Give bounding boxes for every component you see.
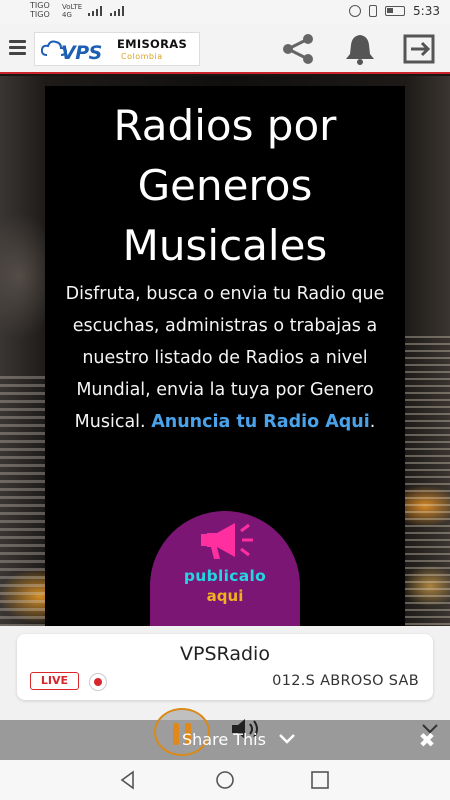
app-logo[interactable]: VPS EMISORAS Colombia (34, 32, 200, 66)
description-text: Disfruta, busca o envia tu Radio que esc… (45, 278, 405, 438)
description-body: Disfruta, busca o envia tu Radio que esc… (65, 284, 385, 432)
station-name: VPSRadio (180, 643, 270, 665)
promo-card: Radios por Generos Musicales Disfruta, b… (45, 86, 405, 631)
carrier-labels: TIGO TIGO (30, 1, 50, 19)
back-icon[interactable] (118, 770, 138, 790)
network-1: VoLTE (62, 3, 83, 11)
carrier-1: TIGO (30, 1, 50, 10)
menu-icon[interactable] (9, 40, 26, 56)
status-right: 5:33 (349, 4, 440, 18)
recents-icon[interactable] (310, 770, 330, 790)
status-bar: TIGO TIGO VoLTE 4G 5:33 (0, 0, 450, 24)
clock-time: 5:33 (413, 4, 440, 18)
chevron-down-icon[interactable] (278, 730, 296, 746)
carrier-2: TIGO (30, 10, 50, 19)
description-period: . (369, 412, 376, 432)
advertise-link[interactable]: Anuncia tu Radio Aqui (151, 412, 370, 432)
record-icon[interactable] (89, 673, 107, 691)
signal-icon (88, 6, 102, 16)
share-bar: Share This ✖ (0, 708, 450, 760)
bell-icon[interactable] (342, 32, 378, 66)
live-badge: LIVE (30, 672, 79, 690)
title-line: Musicales (122, 221, 328, 270)
close-icon[interactable]: ✖ (417, 730, 437, 750)
promo-text-publish: publicalo (183, 567, 267, 585)
home-icon[interactable] (215, 770, 235, 790)
network-labels: VoLTE 4G (62, 3, 82, 19)
megaphone-icon (201, 523, 253, 559)
now-playing-text: 012.S ABROSO SAB (272, 673, 419, 689)
app-header: VPS EMISORAS Colombia (0, 24, 450, 74)
promo-text-here: aqui (206, 587, 244, 605)
signal-icon (110, 6, 124, 16)
title-line: Generos (137, 161, 313, 210)
live-label: LIVE (40, 674, 69, 687)
network-2: 4G (62, 11, 72, 19)
logout-icon[interactable] (401, 32, 437, 66)
alarm-icon (349, 5, 362, 17)
page-title: Radios por Generos Musicales (45, 96, 405, 276)
title-line: Radios por (113, 101, 337, 150)
radio-player: VPSRadio LIVE 012.S ABROSO SAB (0, 626, 450, 720)
share-this-label[interactable]: Share This (182, 730, 266, 749)
publish-here-banner[interactable]: publicalo aqui (150, 511, 300, 631)
logo-subtitle: Colombia (121, 52, 163, 61)
system-nav-bar (0, 760, 450, 800)
vibrate-icon (369, 5, 378, 17)
battery-icon (385, 6, 406, 16)
logo-title: EMISORAS (117, 37, 188, 51)
logo-brand: VPS (61, 42, 102, 64)
share-icon[interactable] (280, 32, 316, 66)
